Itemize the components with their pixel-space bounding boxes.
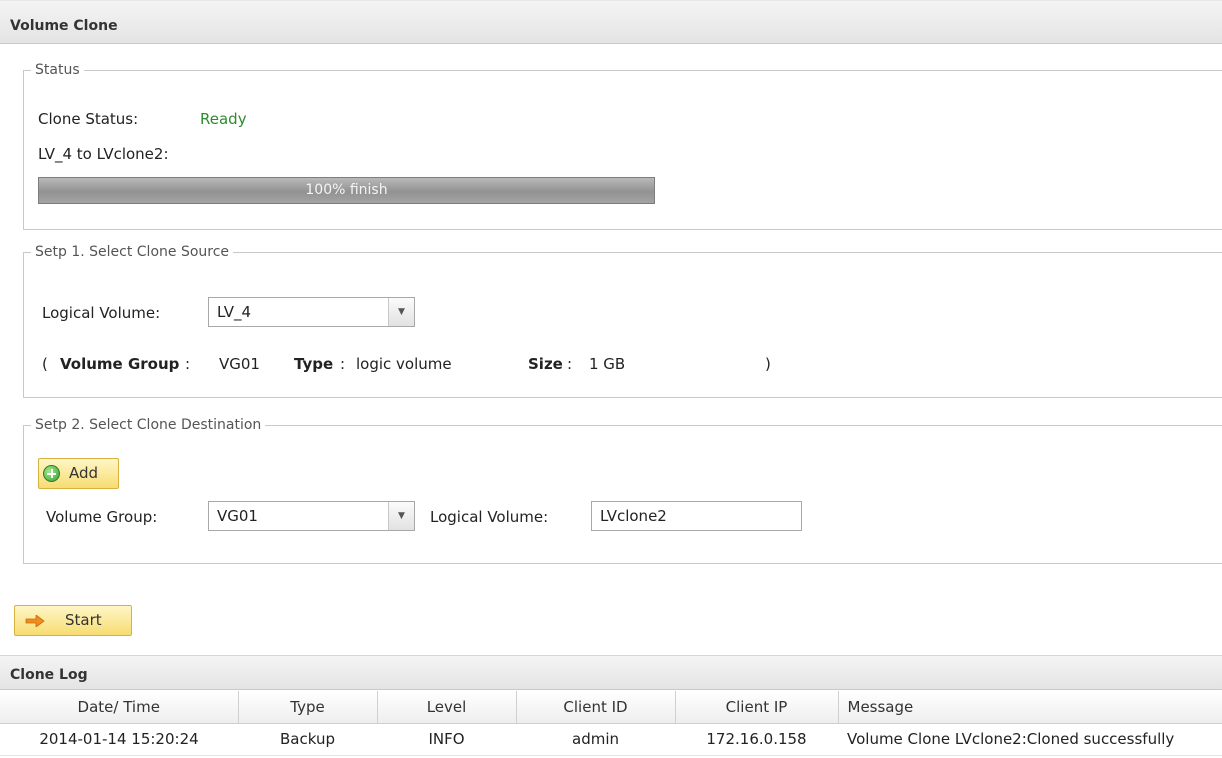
dest-volume-group-value: VG01 [217, 507, 258, 525]
plus-circle-icon [43, 465, 60, 482]
clone-progress-bar: 100% finish [38, 177, 655, 204]
start-button-label: Start [65, 611, 102, 629]
log-datetime-cell: 2014-01-14 15:20:24 [0, 723, 238, 756]
table-header-row: Date/ Time Type Level Client ID Client I… [0, 691, 1222, 724]
source-volume-group-value: VG01 [219, 355, 260, 373]
step1-legend: Setp 1. Select Clone Source [35, 244, 230, 260]
source-info-open: ( [42, 355, 48, 373]
chevron-down-icon[interactable]: ▼ [388, 298, 414, 326]
start-button[interactable]: Start [14, 605, 132, 636]
log-client-id-cell: admin [516, 723, 675, 756]
log-client-ip-cell: 172.16.0.158 [675, 723, 838, 756]
step2-group: Setp 2. Select Clone Destination [23, 417, 1222, 564]
column-header[interactable]: Date/ Time [0, 691, 239, 724]
column-header[interactable]: Client IP [675, 691, 839, 724]
source-info-close: ) [765, 355, 771, 373]
source-type-value: logic volume [356, 355, 452, 373]
source-size-sep: : [567, 355, 573, 373]
source-type-label: Type [294, 355, 334, 373]
dest-logical-volume-label: Logical Volume: [430, 508, 549, 526]
column-header[interactable]: Level [377, 691, 517, 724]
log-level-cell: INFO [377, 723, 516, 756]
source-volume-group-sep: : [185, 355, 191, 373]
add-button[interactable]: Add [38, 458, 119, 489]
add-button-label: Add [69, 464, 99, 482]
step1-group: Setp 1. Select Clone Source [23, 244, 1222, 398]
clone-log-title: Clone Log [0, 655, 1222, 690]
dest-logical-volume-input[interactable] [592, 502, 801, 530]
clone-job-label: LV_4 to LVclone2: [38, 145, 169, 163]
column-header[interactable]: Client ID [516, 691, 676, 724]
column-header[interactable]: Type [238, 691, 378, 724]
source-logical-volume-value: LV_4 [217, 303, 252, 321]
source-size-value: 1 GB [589, 355, 626, 373]
table-row[interactable]: 2014-01-14 15:20:24 Backup INFO admin 17… [0, 723, 1222, 756]
source-logical-volume-label: Logical Volume: [42, 304, 161, 322]
clone-status-value: Ready [200, 110, 247, 128]
log-message-cell: Volume Clone LVclone2:Cloned successfull… [838, 723, 1222, 756]
chevron-down-icon[interactable]: ▼ [388, 502, 414, 530]
column-header[interactable]: Message [838, 691, 1222, 724]
source-volume-group-label: Volume Group [60, 355, 180, 373]
page-title: Volume Clone [0, 0, 1222, 44]
progress-text: 100% finish [305, 182, 388, 198]
step2-legend: Setp 2. Select Clone Destination [35, 417, 262, 433]
status-legend: Status [35, 62, 80, 78]
log-type-cell: Backup [238, 723, 377, 756]
dest-volume-group-select[interactable]: VG01 ▼ [208, 501, 415, 531]
clone-log-table: Date/ Time Type Level Client ID Client I… [0, 691, 1222, 756]
arrow-right-icon [25, 615, 45, 627]
dest-logical-volume-field[interactable] [591, 501, 802, 531]
source-size-label: Size [528, 355, 563, 373]
source-type-sep: : [340, 355, 346, 373]
clone-status-label: Clone Status: [38, 110, 139, 128]
dest-volume-group-label: Volume Group: [46, 508, 158, 526]
source-logical-volume-select[interactable]: LV_4 ▼ [208, 297, 415, 327]
